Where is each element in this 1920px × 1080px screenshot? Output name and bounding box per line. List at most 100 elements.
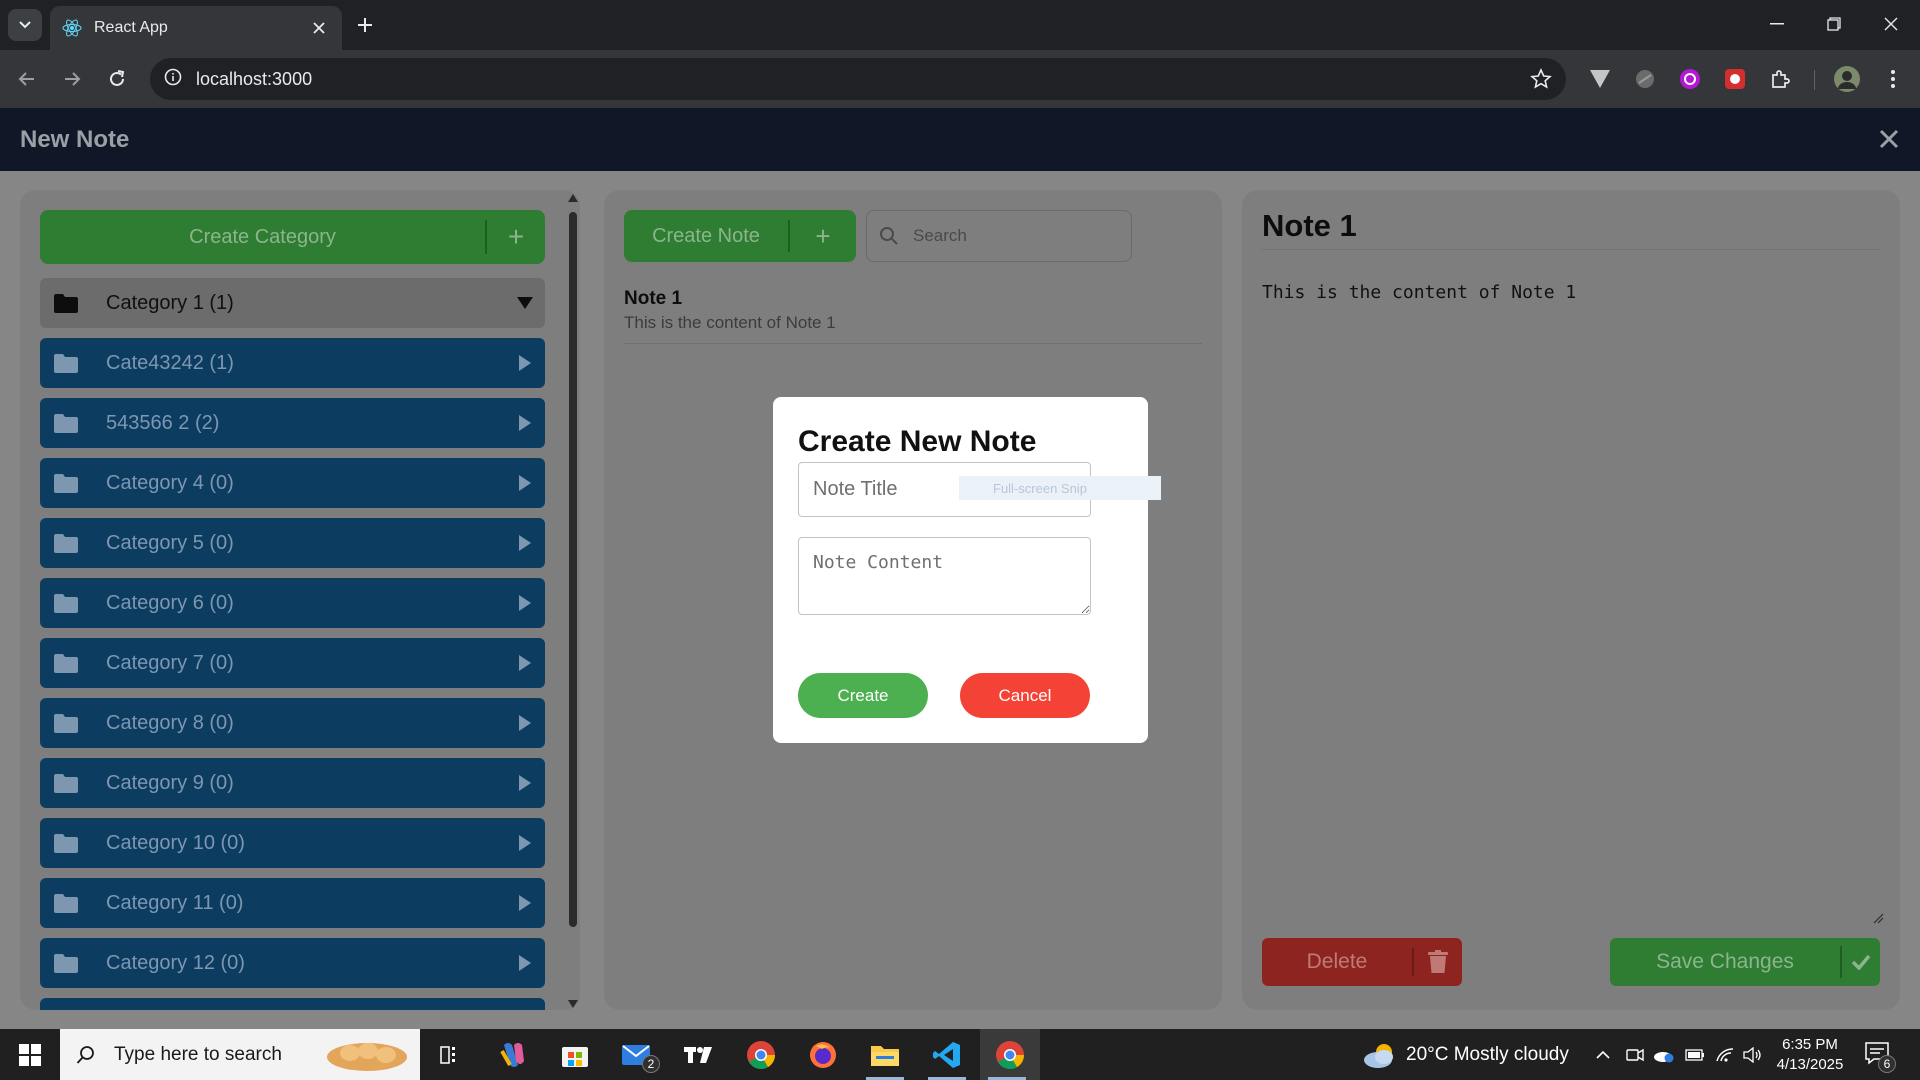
tradingview-icon[interactable] — [672, 1029, 726, 1080]
bread-decoration-icon — [327, 1043, 407, 1071]
category-item[interactable]: Category 12 (0) — [40, 938, 545, 988]
category-item-partial[interactable] — [40, 998, 545, 1010]
caret-right-icon[interactable] — [505, 715, 545, 731]
category-item[interactable]: Category 10 (0) — [40, 818, 545, 868]
notification-badge: 6 — [1878, 1055, 1896, 1073]
delete-button[interactable]: Delete — [1262, 938, 1462, 986]
category-item[interactable]: Category 11 (0) — [40, 878, 545, 928]
category-item[interactable]: Category 4 (0) — [40, 458, 545, 508]
category-item[interactable]: Category 7 (0) — [40, 638, 545, 688]
scrollbar-thumb[interactable] — [569, 212, 577, 927]
category-label: Category 9 (0) — [106, 771, 234, 794]
weather-widget[interactable]: 20°C Mostly cloudy — [1362, 1029, 1569, 1080]
firefox-icon[interactable] — [796, 1029, 850, 1080]
windows-start-icon[interactable] — [0, 1029, 60, 1080]
meet-now-icon[interactable] — [1622, 1029, 1648, 1080]
vuetify-extension-icon[interactable] — [1585, 64, 1615, 94]
search-placeholder: Search — [913, 226, 967, 245]
wifi-icon[interactable] — [1712, 1029, 1738, 1080]
mail-icon[interactable]: 2 — [610, 1029, 664, 1080]
caret-right-icon[interactable] — [505, 835, 545, 851]
scroll-down-icon[interactable] — [568, 1000, 578, 1008]
extensions-puzzle-icon[interactable] — [1765, 64, 1795, 94]
note-list-item[interactable]: Note 1 This is the content of Note 1 — [624, 288, 1202, 344]
bookmark-star-icon[interactable] — [1530, 68, 1552, 95]
address-bar[interactable]: localhost:3000 — [150, 58, 1566, 100]
notification-center-icon[interactable]: 6 — [1864, 1041, 1896, 1073]
restore-icon[interactable] — [1811, 8, 1857, 40]
caret-right-icon[interactable] — [505, 775, 545, 791]
folder-icon — [54, 473, 80, 493]
back-icon[interactable] — [10, 62, 44, 96]
save-changes-button[interactable]: Save Changes — [1610, 938, 1880, 986]
close-icon[interactable] — [1876, 126, 1902, 152]
clock-time: 6:35 PM — [1782, 1036, 1838, 1053]
taskbar-clock[interactable]: 6:35 PM 4/13/2025 — [1766, 1035, 1854, 1075]
resize-grip-icon[interactable] — [1872, 912, 1884, 924]
caret-right-icon[interactable] — [505, 955, 545, 971]
create-button[interactable]: Create — [798, 673, 928, 718]
create-note-button[interactable]: Create Note + — [624, 210, 856, 262]
note-editor-panel: Note 1 This is the content of Note 1 Del… — [1242, 190, 1900, 1010]
task-view-icon[interactable] — [424, 1029, 478, 1080]
site-info-icon[interactable] — [164, 68, 182, 91]
tab-search-button[interactable] — [8, 9, 42, 41]
create-category-button[interactable]: Create Category + — [40, 210, 545, 264]
new-tab-icon[interactable] — [352, 12, 378, 38]
reload-icon[interactable] — [100, 62, 134, 96]
caret-right-icon[interactable] — [505, 655, 545, 671]
profile-avatar[interactable] — [1832, 64, 1862, 94]
folder-icon — [54, 893, 80, 913]
caret-right-icon[interactable] — [505, 895, 545, 911]
category-item[interactable]: Category 6 (0) — [40, 578, 545, 628]
close-tab-icon[interactable] — [308, 17, 330, 39]
copilot-icon[interactable] — [486, 1029, 540, 1080]
forward-icon[interactable] — [55, 62, 89, 96]
taskbar-search-box[interactable]: Type here to search — [60, 1029, 420, 1080]
category-item[interactable]: Category 8 (0) — [40, 698, 545, 748]
file-explorer-icon[interactable] — [858, 1029, 912, 1080]
chrome-icon[interactable] — [734, 1029, 788, 1080]
browser-menu-icon[interactable] — [1878, 64, 1908, 94]
create-category-label: Create Category — [189, 225, 336, 248]
caret-right-icon[interactable] — [505, 535, 545, 551]
caret-right-icon[interactable] — [505, 355, 545, 371]
note-content-field[interactable] — [798, 537, 1091, 615]
browser-toolbar: localhost:3000 — [0, 50, 1920, 108]
folder-icon — [54, 533, 80, 553]
category-label: Category 5 (0) — [106, 531, 234, 554]
cancel-button[interactable]: Cancel — [960, 673, 1090, 718]
window-close-icon[interactable] — [1868, 8, 1914, 40]
category-item[interactable]: Category 1 (1) — [40, 278, 545, 328]
show-hidden-icons-chevron-icon[interactable] — [1590, 1029, 1616, 1080]
battery-icon[interactable] — [1682, 1029, 1708, 1080]
caret-down-icon[interactable] — [505, 297, 545, 309]
onedrive-icon[interactable] — [1650, 1029, 1678, 1080]
browser-tab[interactable]: React App — [50, 6, 342, 50]
note-content-textarea[interactable]: This is the content of Note 1 — [1262, 282, 1576, 303]
volume-icon[interactable] — [1740, 1029, 1766, 1080]
vscode-icon[interactable] — [920, 1029, 974, 1080]
search-icon — [880, 227, 898, 245]
category-item[interactable]: Category 9 (0) — [40, 758, 545, 808]
extension-purple-icon[interactable] — [1675, 64, 1705, 94]
caret-right-icon[interactable] — [505, 475, 545, 491]
category-item[interactable]: Category 5 (0) — [40, 518, 545, 568]
delete-label: Delete — [1306, 950, 1368, 973]
search-input[interactable]: Search — [866, 210, 1132, 262]
folder-icon — [54, 773, 80, 793]
chrome-active-window-icon[interactable] — [980, 1029, 1040, 1080]
extension-grey-icon[interactable] — [1630, 64, 1660, 94]
microsoft-store-icon[interactable] — [548, 1029, 602, 1080]
category-item[interactable]: 543566 2 (2) — [40, 398, 545, 448]
extension-red-icon[interactable] — [1720, 64, 1750, 94]
scroll-up-icon[interactable] — [568, 194, 578, 202]
caret-right-icon[interactable] — [505, 595, 545, 611]
minimize-icon[interactable] — [1754, 8, 1800, 40]
note-title-input[interactable]: Note 1 — [1262, 208, 1880, 250]
category-scrollbar[interactable] — [566, 192, 580, 1012]
plus-icon: + — [815, 220, 831, 251]
search-icon — [76, 1045, 94, 1064]
caret-right-icon[interactable] — [505, 415, 545, 431]
category-item[interactable]: Cate43242 (1) — [40, 338, 545, 388]
